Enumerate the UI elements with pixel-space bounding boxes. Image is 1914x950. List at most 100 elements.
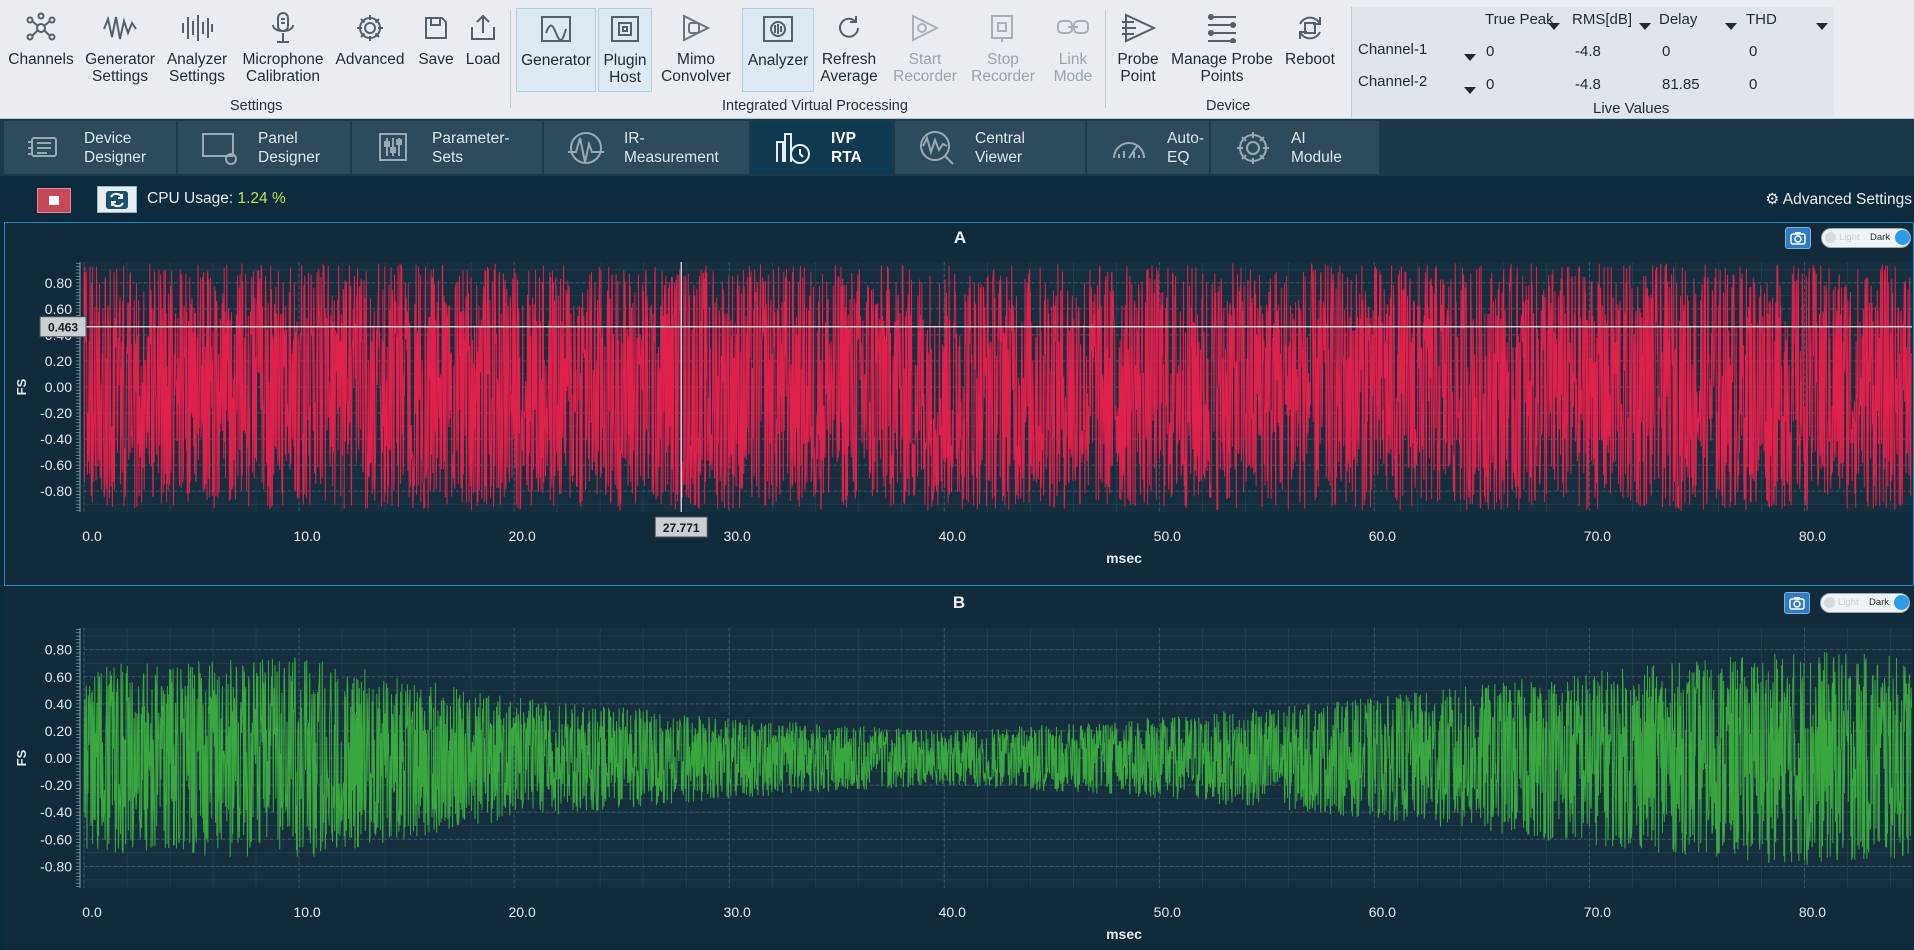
tab-label: EQ bbox=[1167, 148, 1190, 166]
tab-label: Parameter- bbox=[432, 129, 510, 147]
probe-point-button[interactable]: Probe Point bbox=[1110, 8, 1166, 90]
start-recorder-button[interactable]: Start Recorder bbox=[888, 8, 962, 90]
tab-label: AI bbox=[1291, 129, 1306, 147]
mimo-label-1: Mimo bbox=[677, 51, 715, 68]
refresh-label-2: Average bbox=[820, 68, 878, 85]
channel-1-rms: -4.8 bbox=[1575, 43, 1601, 60]
x-tick-label: 30.0 bbox=[724, 904, 751, 920]
x-axis-label: msec bbox=[1106, 550, 1142, 566]
probe-icon bbox=[1119, 8, 1157, 48]
true-peak-dropdown-icon[interactable] bbox=[1548, 17, 1560, 34]
gear-icon bbox=[351, 8, 389, 48]
stop-button[interactable] bbox=[37, 188, 71, 213]
x-tick-label: 10.0 bbox=[293, 528, 320, 544]
start-recorder-label-2: Recorder bbox=[893, 68, 957, 85]
rms-dropdown-icon[interactable] bbox=[1639, 17, 1651, 34]
x-tick-label: 0.0 bbox=[82, 904, 102, 920]
record-play-icon bbox=[906, 8, 944, 48]
tab-label: RTA bbox=[831, 148, 862, 166]
mimo-label-2: Convolver bbox=[661, 68, 731, 85]
ivp-group-label: Integrated Virtual Processing bbox=[722, 98, 908, 114]
analyzer-label: Analyzer bbox=[747, 52, 809, 69]
plugin-host-button[interactable]: Plugin Host bbox=[598, 8, 652, 92]
tab-ivp-rta[interactable]: IVP RTA bbox=[751, 121, 893, 174]
generator-settings-button[interactable]: Generator Settings bbox=[82, 8, 158, 90]
generator-settings-label-2: Settings bbox=[91, 68, 148, 85]
channel-1-thd: 0 bbox=[1749, 43, 1758, 60]
ivp-rta-icon bbox=[776, 132, 810, 164]
tab-device-designer[interactable]: Device Designer bbox=[4, 121, 176, 174]
tab-label: Panel bbox=[258, 129, 298, 147]
x-tick-label: 40.0 bbox=[939, 528, 966, 544]
advanced-button[interactable]: Advanced bbox=[334, 8, 406, 90]
y-tick-label: 0.80 bbox=[45, 642, 72, 658]
x-tick-label: 20.0 bbox=[508, 528, 535, 544]
plugin-host-label-1: Plugin bbox=[603, 52, 647, 69]
stop-recorder-button[interactable]: Stop Recorder bbox=[966, 8, 1040, 90]
tab-auto-eq[interactable]: Auto- EQ bbox=[1087, 121, 1209, 174]
save-icon bbox=[417, 8, 455, 48]
analyzer-bars-icon bbox=[178, 8, 216, 48]
chart-b[interactable]: 0.80 0.60 0.40 0.20 0.00 -0.20 -0.40 -0.60 -0.80… bbox=[4, 588, 1914, 950]
tab-parameter-sets[interactable]: Parameter- Sets bbox=[352, 121, 542, 174]
x-tick-label: 0.0 bbox=[82, 528, 102, 544]
advanced-settings-button[interactable]: ⚙ Advanced Settings bbox=[1765, 190, 1912, 209]
y-tick-label: 0.40 bbox=[45, 696, 72, 712]
generator-toggle-button[interactable]: Generator bbox=[516, 8, 596, 92]
channel-1-dropdown-icon[interactable] bbox=[1464, 48, 1476, 65]
reboot-button[interactable]: Reboot bbox=[1278, 8, 1342, 90]
ribbon-separator bbox=[1105, 10, 1106, 108]
ribbon-separator bbox=[510, 10, 511, 108]
y-tick-label: -0.60 bbox=[40, 457, 72, 473]
x-tick-label: 30.0 bbox=[724, 528, 751, 544]
save-button[interactable]: Save bbox=[414, 8, 458, 90]
live-values-panel: True Peak RMS[dB] Delay THD Channel-1 0 … bbox=[1351, 7, 1834, 117]
thd-dropdown-icon[interactable] bbox=[1816, 17, 1828, 34]
link-icon bbox=[1054, 8, 1092, 48]
tab-panel-designer[interactable]: Panel Designer bbox=[178, 121, 350, 174]
load-button[interactable]: Load bbox=[460, 8, 506, 90]
plugin-icon bbox=[606, 9, 644, 49]
tab-label: Auto- bbox=[1167, 129, 1205, 147]
refresh-icon bbox=[106, 190, 128, 209]
start-recorder-label-1: Start bbox=[908, 51, 942, 68]
y-tick-label: -0.80 bbox=[40, 858, 72, 874]
refresh-button[interactable] bbox=[97, 186, 137, 213]
x-tick-label: 60.0 bbox=[1369, 528, 1396, 544]
channels-button[interactable]: Channels bbox=[6, 8, 76, 90]
load-label: Load bbox=[465, 51, 501, 68]
microphone-calibration-button[interactable]: Microphone Calibration bbox=[238, 8, 328, 90]
cpu-usage-unit: % bbox=[271, 190, 286, 207]
analyzer-settings-button[interactable]: Analyzer Settings bbox=[162, 8, 232, 90]
convolver-icon bbox=[677, 8, 715, 48]
chart-a[interactable]: 0.800.600.400.200.00-0.20-0.40-0.60-0.80… bbox=[4, 222, 1914, 586]
manage-probe-label-1: Manage Probe bbox=[1171, 51, 1273, 68]
manage-probe-points-button[interactable]: Manage Probe Points bbox=[1170, 8, 1274, 90]
mimo-convolver-button[interactable]: Mimo Convolver bbox=[656, 8, 736, 90]
probe-point-label-1: Probe bbox=[1117, 51, 1159, 68]
advanced-label: Advanced bbox=[335, 51, 405, 68]
channel-1-true-peak: 0 bbox=[1486, 43, 1495, 60]
tab-label: IR- bbox=[624, 129, 645, 147]
x-tick-label: 10.0 bbox=[293, 904, 320, 920]
channel-2-rms: -4.8 bbox=[1575, 76, 1601, 93]
tab-label: Measurement bbox=[624, 148, 719, 166]
tab-ir-measurement[interactable]: IR- Measurement bbox=[544, 121, 749, 174]
refresh-icon bbox=[830, 8, 868, 48]
delay-dropdown-icon[interactable] bbox=[1725, 17, 1737, 34]
refresh-average-button[interactable]: Refresh Average bbox=[814, 8, 884, 90]
link-mode-button[interactable]: Link Mode bbox=[1046, 8, 1100, 90]
channel-2-thd: 0 bbox=[1749, 76, 1758, 93]
channel-2-dropdown-icon[interactable] bbox=[1464, 81, 1476, 98]
analyzer-toggle-button[interactable]: Analyzer bbox=[742, 8, 814, 92]
tab-ai-module[interactable]: AI Module bbox=[1211, 121, 1379, 174]
x-tick-label: 50.0 bbox=[1154, 904, 1181, 920]
analyzer-settings-label-1: Analyzer bbox=[166, 51, 228, 68]
tab-central-viewer[interactable]: Central Viewer bbox=[895, 121, 1085, 174]
stop-recorder-label-2: Recorder bbox=[971, 68, 1035, 85]
cpu-usage-label: CPU Usage: bbox=[147, 190, 234, 207]
ir-measurement-icon bbox=[568, 131, 604, 164]
channel-1-delay: 0 bbox=[1662, 43, 1671, 60]
plugin-host-label-2: Host bbox=[609, 69, 641, 86]
y-tick-label: -0.60 bbox=[40, 831, 72, 847]
